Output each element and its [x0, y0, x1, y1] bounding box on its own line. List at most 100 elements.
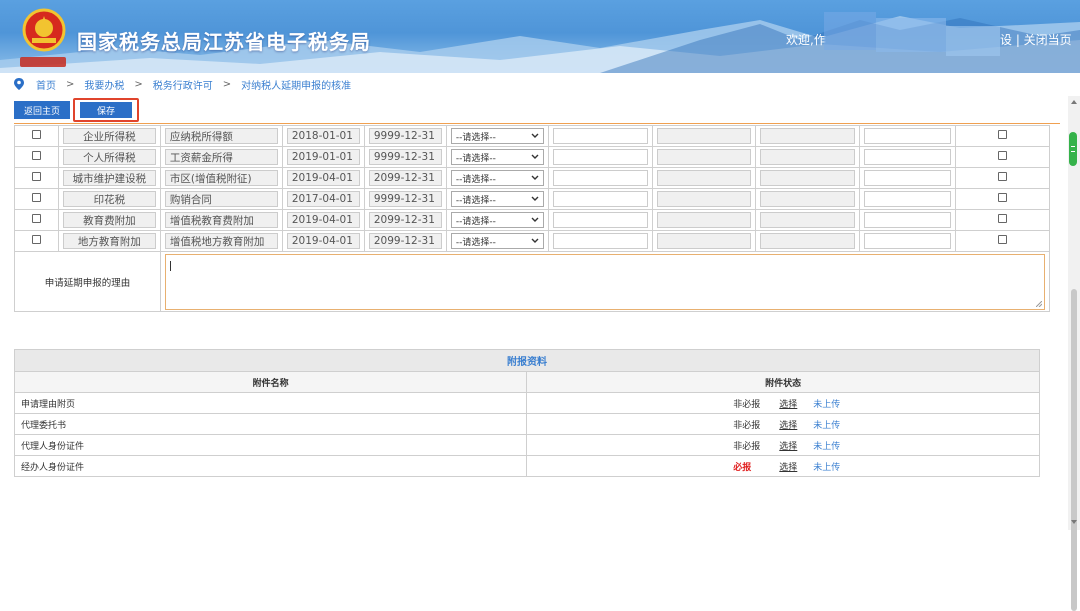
attachments-table: 附报资料 附件名称 附件状态 申请理由附页 非必报 选择 未上传 代理委托书 非… — [13, 349, 1040, 477]
row-checkbox[interactable] — [31, 130, 41, 139]
readonly-field — [656, 170, 752, 186]
reason-label: 申请延期申报的理由 — [14, 251, 161, 312]
end-date-field: 2099-12-31 — [368, 170, 442, 186]
deadline-input[interactable] — [552, 191, 648, 207]
row-select-checkbox[interactable] — [998, 193, 1008, 202]
upload-status: 未上传 — [813, 441, 841, 452]
amount-input[interactable] — [864, 170, 952, 186]
period-select[interactable]: --请选择-- — [450, 128, 544, 144]
row-checkbox[interactable] — [31, 193, 41, 202]
row-checkbox[interactable] — [31, 214, 41, 223]
period-select[interactable]: --请选择-- — [450, 191, 544, 207]
amount-input[interactable] — [864, 233, 952, 249]
period-select[interactable]: --请选择-- — [450, 233, 544, 249]
breadcrumb-home[interactable]: 首页 — [36, 77, 56, 92]
readonly-field — [656, 149, 752, 165]
deadline-input[interactable] — [552, 170, 648, 186]
choose-file-link[interactable]: 选择 — [779, 439, 813, 452]
required-flag: 必报 — [733, 462, 752, 473]
attachment-name: 经办人身份证件 — [13, 455, 528, 477]
start-date-field: 2017-04-01 — [286, 191, 360, 207]
chevron-down-icon — [531, 154, 539, 159]
chevron-down-icon — [531, 175, 539, 180]
row-select-checkbox[interactable] — [998, 130, 1008, 139]
amount-input[interactable] — [864, 128, 952, 144]
required-flag: 非必报 — [733, 420, 761, 431]
location-pin-icon — [14, 78, 24, 90]
amount-input[interactable] — [864, 149, 952, 165]
tax-item-field: 增值税地方教育附加 — [164, 233, 278, 249]
text-caret — [169, 260, 171, 271]
amount-input[interactable] — [864, 212, 952, 228]
attachments-title: 附报资料 — [14, 349, 1040, 372]
chevron-down-icon — [531, 217, 539, 222]
readonly-field — [760, 191, 856, 207]
attachment-name: 代理委托书 — [13, 413, 528, 435]
choose-file-link[interactable]: 选择 — [779, 397, 813, 410]
reason-textarea[interactable] — [164, 253, 1045, 310]
pixelated-username-mask — [946, 26, 1000, 56]
deadline-input[interactable] — [552, 128, 648, 144]
chevron-down-icon — [531, 196, 539, 201]
readonly-field — [760, 149, 856, 165]
period-select[interactable]: --请选择-- — [450, 149, 544, 165]
breadcrumb-tax-services[interactable]: 我要办税 — [84, 77, 124, 92]
choose-file-link[interactable]: 选择 — [779, 460, 813, 473]
tax-item-field: 增值税教育费附加 — [164, 212, 278, 228]
site-title: 国家税务总局江苏省电子税务局 — [77, 30, 371, 54]
scrollbar-thumb[interactable] — [1071, 289, 1077, 611]
attachment-name: 申请理由附页 — [13, 392, 528, 414]
row-checkbox[interactable] — [31, 235, 41, 244]
header-links[interactable]: 设 | 关闭当页 — [1000, 31, 1072, 48]
breadcrumb: 首页 > 我要办税 > 税务行政许可 > 对纳税人延期申报的核准 — [0, 73, 1080, 95]
tax-item-row: 印花税 购销合同 2017-04-01 9999-12-31 --请选择-- — [14, 188, 1050, 210]
row-select-checkbox[interactable] — [998, 151, 1008, 160]
period-select[interactable]: --请选择-- — [450, 212, 544, 228]
period-select[interactable]: --请选择-- — [450, 170, 544, 186]
breadcrumb-separator: > — [134, 78, 143, 90]
breadcrumb-separator: > — [66, 78, 75, 90]
china-tax-logo-icon — [20, 57, 66, 67]
tax-type-field: 印花税 — [62, 191, 156, 207]
scroll-indicator-handle[interactable] — [1069, 132, 1077, 166]
tax-item-field: 市区(增值税附征) — [164, 170, 278, 186]
deadline-input[interactable] — [552, 212, 648, 228]
deadline-input[interactable] — [552, 149, 648, 165]
breadcrumb-current-page: 对纳税人延期申报的核准 — [241, 80, 352, 92]
breadcrumb-admin-permit[interactable]: 税务行政许可 — [153, 77, 213, 92]
return-home-button[interactable]: 返回主页 — [14, 101, 70, 119]
row-select-checkbox[interactable] — [998, 172, 1008, 181]
end-date-field: 9999-12-31 — [368, 191, 442, 207]
choose-file-link[interactable]: 选择 — [779, 418, 813, 431]
save-button-highlight: 保存 — [73, 98, 139, 122]
tax-item-field: 购销合同 — [164, 191, 278, 207]
row-checkbox[interactable] — [31, 151, 41, 160]
tax-item-row: 地方教育附加 增值税地方教育附加 2019-04-01 2099-12-31 -… — [14, 230, 1050, 252]
vertical-scrollbar[interactable] — [1068, 96, 1080, 611]
row-checkbox[interactable] — [31, 172, 41, 181]
select-value: --请选择-- — [455, 153, 496, 164]
tax-emblem-icon — [22, 8, 66, 52]
save-button[interactable]: 保存 — [80, 102, 132, 118]
tax-type-field: 城市维护建设税 — [62, 170, 156, 186]
amount-input[interactable] — [864, 191, 952, 207]
breadcrumb-separator: > — [222, 78, 232, 90]
tax-type-field: 个人所得税 — [62, 149, 156, 165]
row-select-checkbox[interactable] — [998, 214, 1008, 223]
upload-status: 未上传 — [813, 399, 841, 410]
chevron-down-icon — [531, 238, 539, 243]
attachment-row: 经办人身份证件 必报 选择 未上传 — [13, 455, 1040, 477]
pixelated-username-mask — [824, 12, 876, 50]
select-value: --请选择-- — [455, 216, 496, 227]
select-value: --请选择-- — [455, 174, 496, 185]
arrow-up-icon[interactable] — [1070, 98, 1078, 106]
tax-item-row: 个人所得税 工资薪金所得 2019-01-01 9999-12-31 --请选择… — [14, 146, 1050, 168]
row-select-checkbox[interactable] — [998, 235, 1008, 244]
required-flag: 非必报 — [733, 399, 761, 410]
end-date-field: 9999-12-31 — [368, 149, 442, 165]
tax-item-row: 企业所得税 应纳税所得额 2018-01-01 9999-12-31 --请选择… — [14, 125, 1050, 147]
arrow-down-icon[interactable] — [1070, 518, 1078, 526]
header-banner: 国家税务总局江苏省电子税务局 欢迎,作 设 | 关闭当页 — [0, 0, 1080, 73]
resize-handle-icon[interactable] — [1036, 300, 1042, 307]
deadline-input[interactable] — [552, 233, 648, 249]
